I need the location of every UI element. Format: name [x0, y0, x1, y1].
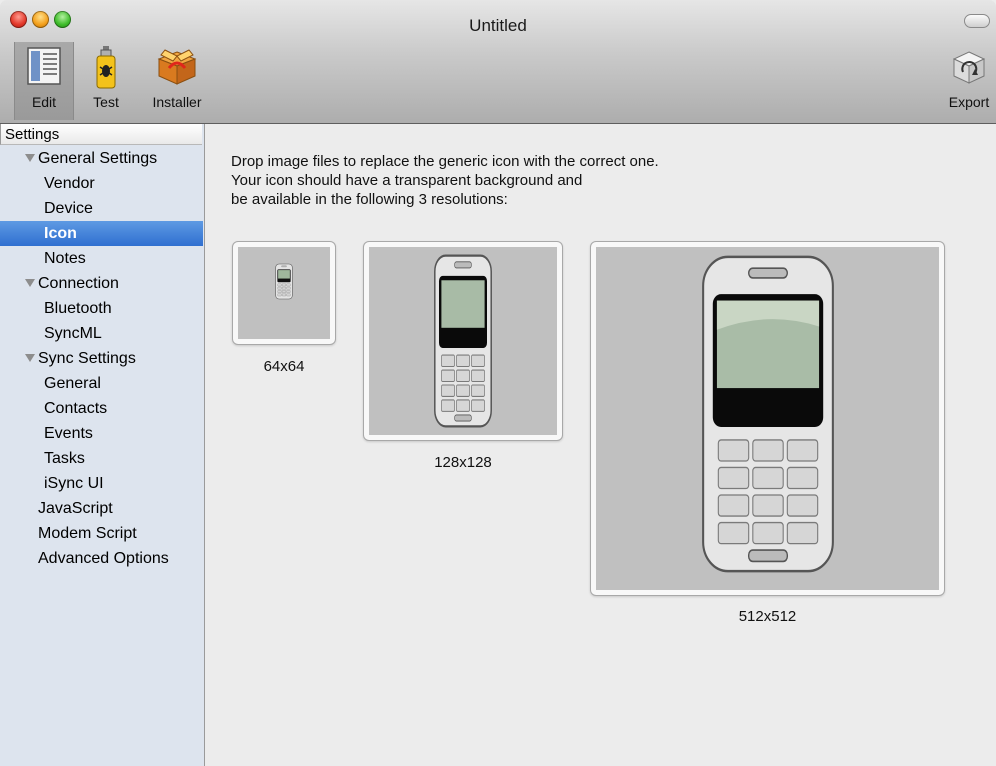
instruction-line: Your icon should have a transparent back…: [231, 172, 583, 189]
edit-icon: [27, 47, 61, 85]
export-toolbar-button[interactable]: Export: [942, 42, 996, 120]
sidebar-item-device[interactable]: Device: [0, 196, 203, 221]
sidebar-item-events[interactable]: Events: [0, 421, 203, 446]
settings-sidebar: Settings General Settings Vendor Device …: [0, 124, 205, 766]
title-bar: Untitled Edit Test Installer Export: [0, 0, 996, 124]
installer-label: Installer: [152, 94, 202, 110]
sidebar-item-label: iSync UI: [44, 475, 104, 492]
sidebar-item-icon[interactable]: Icon: [0, 221, 203, 246]
sidebar-item-javascript[interactable]: JavaScript: [0, 496, 203, 521]
sidebar-item-contacts[interactable]: Contacts: [0, 396, 203, 421]
test-label: Test: [93, 94, 119, 110]
sidebar-item-label: Notes: [44, 250, 86, 267]
installer-toolbar-button[interactable]: Installer: [140, 42, 214, 120]
edit-toolbar-button[interactable]: Edit: [14, 42, 74, 120]
sidebar-item-label: SyncML: [44, 325, 102, 342]
window-title: Untitled: [469, 16, 527, 35]
sidebar-item-label: Tasks: [44, 450, 85, 467]
bug-spray-icon: [96, 46, 116, 89]
sidebar-item-label: Events: [44, 425, 93, 442]
sidebar-header: Settings: [0, 124, 202, 145]
edit-label: Edit: [31, 94, 57, 110]
sidebar-item-label: Icon: [44, 225, 77, 242]
instruction-line: be available in the following 3 resoluti…: [231, 191, 508, 208]
sidebar-item-syncml[interactable]: SyncML: [0, 321, 203, 346]
sidebar-item-advanced-options[interactable]: Advanced Options: [0, 546, 203, 571]
sidebar-item-general[interactable]: General: [0, 371, 203, 396]
instructions-text: Drop image files to replace the generic …: [231, 152, 659, 209]
sidebar-item-label: JavaScript: [38, 500, 113, 517]
size-label-64: 64x64: [263, 358, 305, 375]
sidebar-item-tasks[interactable]: Tasks: [0, 446, 203, 471]
size-label-512: 512x512: [738, 608, 797, 625]
sidebar-item-label: Device: [44, 200, 93, 217]
sidebar-item-connection[interactable]: Connection: [0, 271, 203, 296]
toolbar-toggle-button[interactable]: [964, 14, 990, 28]
test-toolbar-button[interactable]: Test: [84, 42, 128, 120]
icon-drop-well-128[interactable]: [363, 241, 563, 441]
phone-icon: [434, 254, 492, 428]
sidebar-item-label: Vendor: [44, 175, 95, 192]
disclosure-triangle-icon[interactable]: [25, 154, 35, 162]
icon-drop-well-64[interactable]: [232, 241, 336, 345]
sidebar-item-notes[interactable]: Notes: [0, 246, 203, 271]
sidebar-item-label: Contacts: [44, 400, 108, 417]
disclosure-triangle-icon[interactable]: [25, 354, 35, 362]
sidebar-item-modem-script[interactable]: Modem Script: [0, 521, 203, 546]
sidebar-item-label: General: [44, 375, 101, 392]
package-icon: [157, 49, 197, 85]
sidebar-item-bluetooth[interactable]: Bluetooth: [0, 296, 203, 321]
phone-icon: [702, 255, 834, 573]
size-label-128: 128x128: [434, 454, 492, 471]
sidebar-item-isync-ui[interactable]: iSync UI: [0, 471, 203, 496]
sidebar-item-label: Sync Settings: [38, 350, 136, 367]
sidebar-item-label: Modem Script: [38, 525, 137, 542]
sidebar-item-label: Advanced Options: [38, 550, 169, 567]
sidebar-item-label: Bluetooth: [44, 300, 112, 317]
icon-settings-pane: Drop image files to replace the generic …: [205, 124, 996, 766]
well-image-area: [238, 247, 330, 339]
sidebar-item-general-settings[interactable]: General Settings: [0, 146, 203, 171]
export-label: Export: [948, 94, 990, 110]
disclosure-triangle-icon[interactable]: [25, 279, 35, 287]
sidebar-item-label: Connection: [38, 275, 119, 292]
window: Untitled Edit Test Installer Export Sett…: [0, 0, 996, 766]
sidebar-item-label: General Settings: [38, 150, 158, 167]
icon-drop-well-512[interactable]: [590, 241, 945, 596]
sidebar-item-vendor[interactable]: Vendor: [0, 171, 203, 196]
instruction-line: Drop image files to replace the generic …: [231, 153, 659, 170]
well-image-area: [596, 247, 939, 590]
well-image-area: [369, 247, 557, 435]
phone-icon: [275, 263, 293, 300]
sidebar-item-sync-settings[interactable]: Sync Settings: [0, 346, 203, 371]
export-icon: [952, 51, 986, 84]
